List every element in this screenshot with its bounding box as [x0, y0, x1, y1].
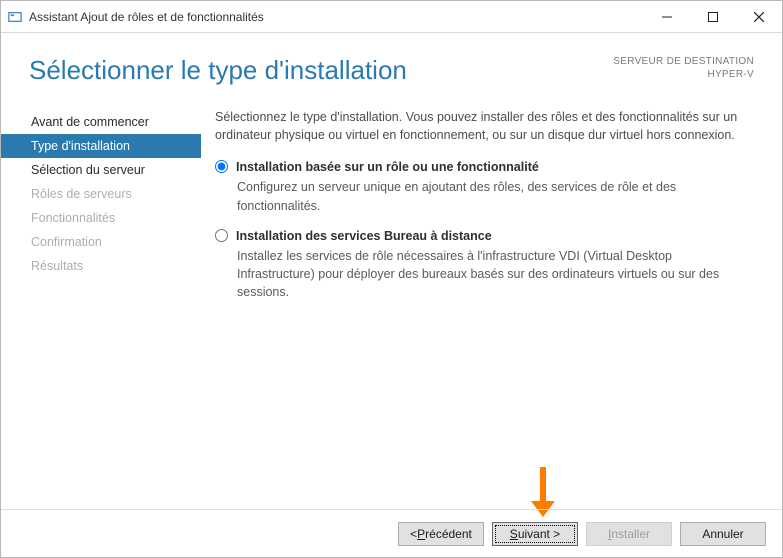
option-remote-desktop-title: Installation des services Bureau à dista…: [236, 227, 492, 245]
option-role-based[interactable]: Installation basée sur un rôle ou une fo…: [215, 158, 752, 176]
option-remote-desktop[interactable]: Installation des services Bureau à dista…: [215, 227, 752, 245]
destination-value: HYPER-V: [613, 68, 754, 81]
cancel-button[interactable]: Annuler: [680, 522, 766, 546]
option-role-based-desc: Configurez un serveur unique en ajoutant…: [237, 178, 752, 214]
maximize-button[interactable]: [690, 1, 736, 32]
option-remote-desktop-radio[interactable]: [215, 229, 228, 242]
app-icon: [7, 9, 23, 25]
destination-label: SERVEUR DE DESTINATION: [613, 55, 754, 68]
step-features: Fonctionnalités: [1, 206, 201, 230]
intro-text: Sélectionnez le type d'installation. Vou…: [215, 108, 752, 144]
step-installation-type[interactable]: Type d'installation: [1, 134, 201, 158]
step-server-selection[interactable]: Sélection du serveur: [1, 158, 201, 182]
destination-info: SERVEUR DE DESTINATION HYPER-V: [613, 55, 754, 81]
minimize-icon: [662, 12, 672, 22]
step-results: Résultats: [1, 254, 201, 278]
close-icon: [754, 12, 764, 22]
option-role-based-radio[interactable]: [215, 160, 228, 173]
wizard-window: Assistant Ajout de rôles et de fonctionn…: [0, 0, 783, 558]
step-before-you-begin[interactable]: Avant de commencer: [1, 110, 201, 134]
wizard-steps: Avant de commencer Type d'installation S…: [1, 104, 201, 313]
previous-button[interactable]: < Précédent: [398, 522, 484, 546]
option-remote-desktop-desc: Installez les services de rôle nécessair…: [237, 247, 752, 301]
header: Sélectionner le type d'installation SERV…: [1, 33, 782, 86]
step-confirmation: Confirmation: [1, 230, 201, 254]
maximize-icon: [708, 12, 718, 22]
titlebar: Assistant Ajout de rôles et de fonctionn…: [1, 1, 782, 33]
page-title: Sélectionner le type d'installation: [29, 55, 407, 86]
step-server-roles: Rôles de serveurs: [1, 182, 201, 206]
window-title: Assistant Ajout de rôles et de fonctionn…: [29, 10, 644, 24]
minimize-button[interactable]: [644, 1, 690, 32]
main-content: Sélectionnez le type d'installation. Vou…: [201, 104, 782, 313]
install-button: Installer: [586, 522, 672, 546]
wizard-footer: < Précédent Suivant > Installer Annuler: [1, 509, 782, 557]
next-button[interactable]: Suivant >: [492, 522, 578, 546]
close-button[interactable]: [736, 1, 782, 32]
option-role-based-title: Installation basée sur un rôle ou une fo…: [236, 158, 539, 176]
